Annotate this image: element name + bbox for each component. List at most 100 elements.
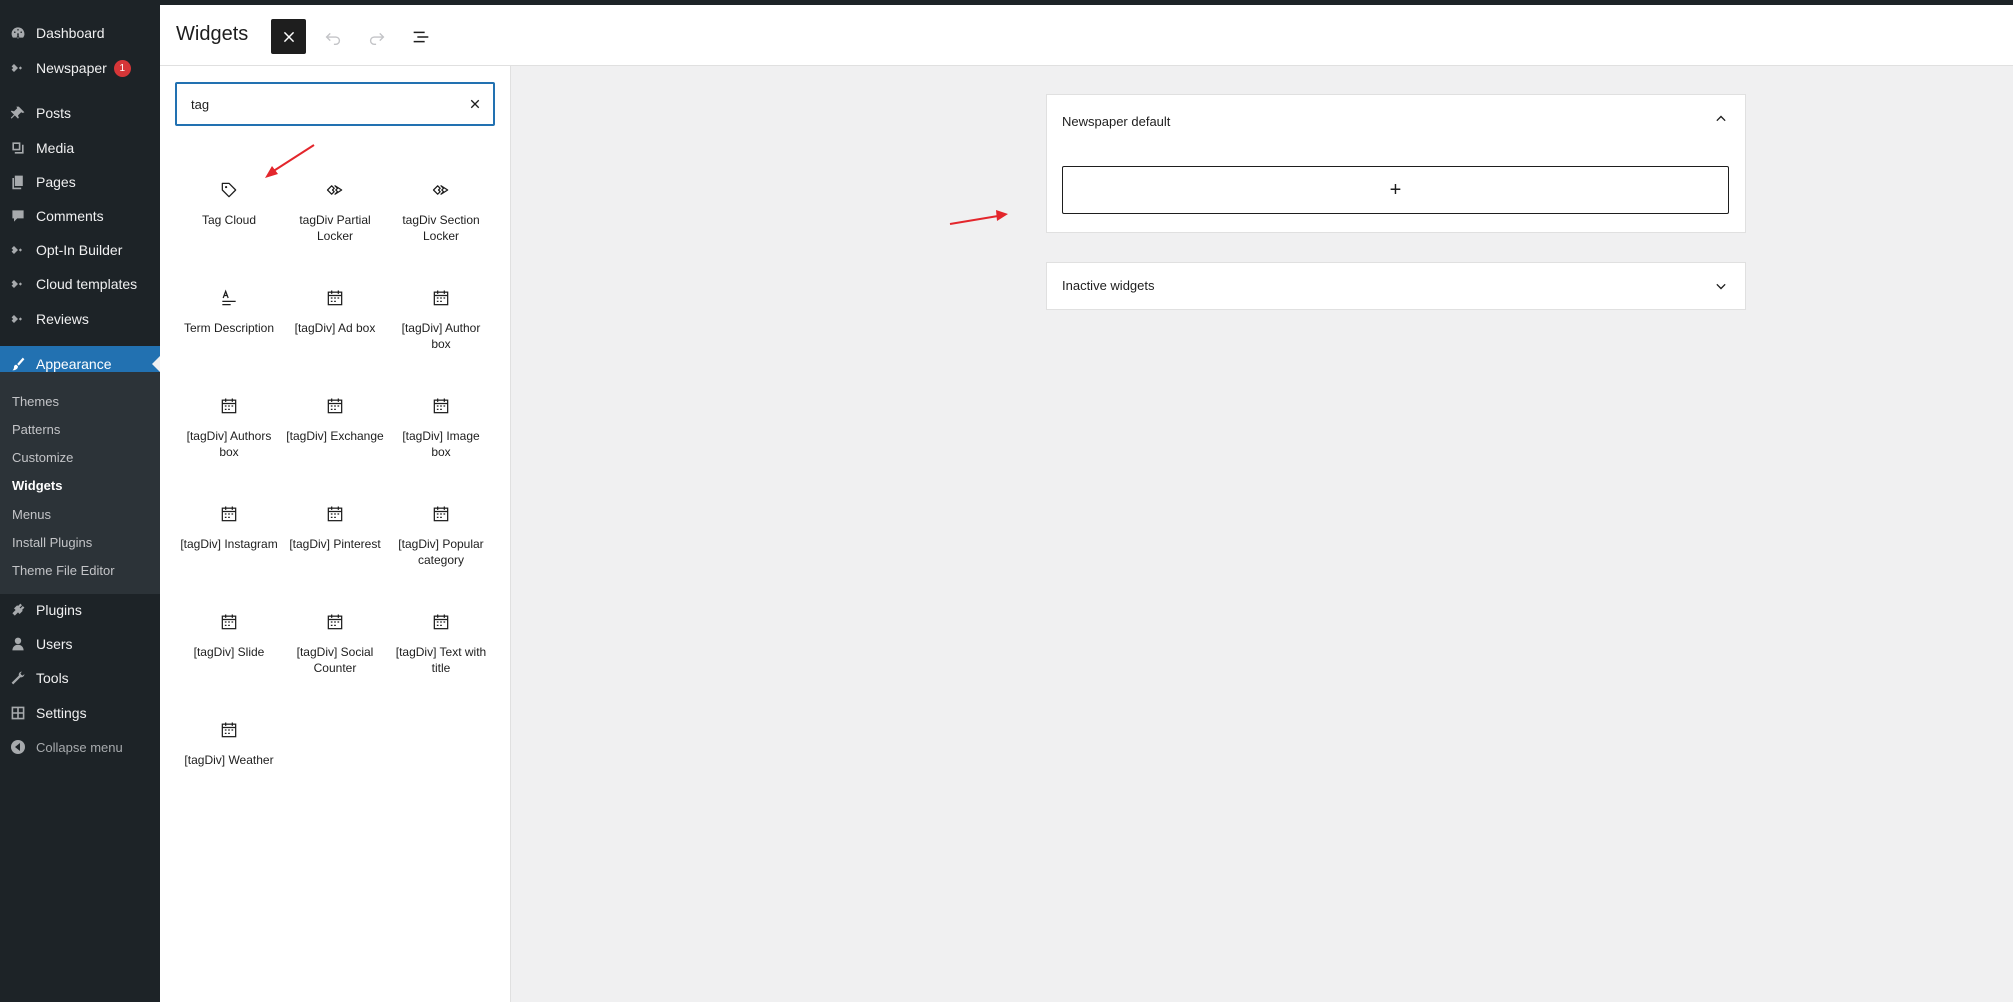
tagdiv-icon [9,241,27,259]
dashboard-icon [9,24,27,42]
block-item-tagdiv-ad-box[interactable]: [tagDiv] Ad box [282,282,388,376]
widget-area-expand-toggle[interactable] [1709,274,1733,298]
block-item-label: [tagDiv] Exchange [286,429,384,443]
redo-icon [369,32,384,45]
block-item-tagdiv-pinterest[interactable]: [tagDiv] Pinterest [282,498,388,592]
sidebar-item-label: Posts [36,105,72,121]
block-item-label: Term Description [183,321,275,335]
block-item-label: [tagDiv] Popular category [398,537,484,567]
block-item-tagdiv-weather[interactable]: [tagDiv] Weather [176,714,282,808]
tagdiv-icon [9,310,27,328]
sidebar-item-plugins[interactable]: Plugins [0,593,160,627]
tools-icon [9,669,27,687]
block-item-tag-cloud[interactable]: Tag Cloud [176,174,282,268]
sidebar-item-label: Tools [36,670,69,686]
pages-icon [9,173,27,191]
update-badge: 1 [113,59,131,77]
sidebar-item-label: Plugins [36,602,82,618]
sidebar-item-reviews[interactable]: Reviews [0,302,160,336]
add-block-button[interactable]: + [1062,166,1729,214]
editor-header: Widgets [160,5,2013,66]
collapse-menu-button[interactable]: Collapse menu [0,730,160,764]
calendar-icon [217,502,241,526]
calendar-icon [323,502,347,526]
term-description-icon [217,286,241,310]
block-item-tagdiv-instagram[interactable]: [tagDiv] Instagram [176,498,282,592]
block-item-label: Tag Cloud [201,213,257,227]
block-item-tagdiv-slide[interactable]: [tagDiv] Slide [176,606,282,700]
submenu-item-themes[interactable]: Themes [12,394,59,409]
block-item-label: tagDiv Partial Locker [299,213,371,243]
newspaper-icon [9,59,27,77]
calendar-icon [217,718,241,742]
sidebar-item-label: Newspaper [36,60,107,76]
sidebar-item-posts[interactable]: Posts [0,96,160,130]
submenu-item-menus[interactable]: Menus [12,507,51,522]
calendar-icon [429,610,453,634]
tagdiv-locker-icon [429,178,453,202]
sidebar-item-label: Dashboard [36,25,105,41]
submenu-item-customize[interactable]: Customize [12,450,73,465]
block-item-tagdiv-author-box[interactable]: [tagDiv] Author box [388,282,494,376]
paintbrush-icon [9,355,27,373]
widget-area-collapse-toggle[interactable] [1709,107,1733,131]
sidebar-item-cloud-templates[interactable]: Cloud templates [0,267,160,301]
list-view-icon [413,31,428,42]
comments-icon [9,207,27,225]
block-item-tagdiv-partial-locker[interactable]: tagDiv Partial Locker [282,174,388,268]
sidebar-item-label: Cloud templates [36,276,138,292]
page-title: Widgets [176,23,249,45]
sidebar-item-label: Comments [36,208,104,224]
block-item-label: [tagDiv] Text with title [395,645,487,675]
block-item-tagdiv-social-counter[interactable]: [tagDiv] Social Counter [282,606,388,700]
annotation-arrow-icon [949,210,1008,225]
sidebar-item-media[interactable]: Media [0,131,160,165]
sidebar-item-dashboard[interactable]: Dashboard [0,16,160,50]
redo-button[interactable] [359,19,394,54]
sidebar-item-tools[interactable]: Tools [0,661,160,695]
list-view-button[interactable] [403,19,438,54]
tag-icon [217,178,241,202]
block-item-tagdiv-exchange[interactable]: [tagDiv] Exchange [282,390,388,484]
widget-area-title[interactable]: Inactive widgets [1062,278,1155,293]
block-item-label: [tagDiv] Ad box [294,321,376,335]
sidebar-item-settings[interactable]: Settings [0,696,160,730]
block-item-tagdiv-popular-category[interactable]: [tagDiv] Popular category [388,498,494,592]
calendar-icon [323,610,347,634]
submenu-item-install-plugins[interactable]: Install Plugins [12,535,92,550]
block-item-tagdiv-text-with-title[interactable]: [tagDiv] Text with title [388,606,494,700]
close-inserter-button[interactable] [271,19,306,54]
submenu-item-widgets[interactable]: Widgets [12,478,62,493]
sidebar-item-label: Appearance [36,356,112,372]
block-item-label: [tagDiv] Instagram [180,537,278,551]
widget-area-newspaper-default: Newspaper default + [1046,94,1746,233]
undo-button[interactable] [315,19,350,54]
block-search-input[interactable] [191,84,451,124]
sidebar-item-newspaper[interactable]: Newspaper 1 [0,51,160,85]
calendar-icon [429,502,453,526]
block-item-label: [tagDiv] Pinterest [289,537,381,551]
widget-area-title[interactable]: Newspaper default [1062,114,1170,129]
calendar-icon [323,286,347,310]
block-item-label: [tagDiv] Author box [401,321,481,351]
sidebar-item-pages[interactable]: Pages [0,165,160,199]
chevron-down-icon [1716,283,1726,290]
sidebar-item-users[interactable]: Users [0,627,160,661]
close-icon [283,31,294,42]
sidebar-item-comments[interactable]: Comments [0,199,160,233]
block-item-label: [tagDiv] Social Counter [296,645,374,675]
block-item-tagdiv-image-box[interactable]: [tagDiv] Image box [388,390,494,484]
block-item-label: [tagDiv] Slide [193,645,265,659]
undo-icon [325,32,340,45]
pin-icon [9,104,27,122]
block-item-tagdiv-section-locker[interactable]: tagDiv Section Locker [388,174,494,268]
submenu-item-patterns[interactable]: Patterns [12,422,60,437]
calendar-icon [429,286,453,310]
block-item-term-description[interactable]: Term Description [176,282,282,376]
collapse-menu-label: Collapse menu [36,739,123,755]
sidebar-item-opt-in-builder[interactable]: Opt-In Builder [0,233,160,267]
block-item-tagdiv-authors-box[interactable]: [tagDiv] Authors box [176,390,282,484]
users-icon [9,635,27,653]
submenu-item-theme-file-editor[interactable]: Theme File Editor [12,563,115,578]
clear-search-button[interactable] [463,92,487,116]
